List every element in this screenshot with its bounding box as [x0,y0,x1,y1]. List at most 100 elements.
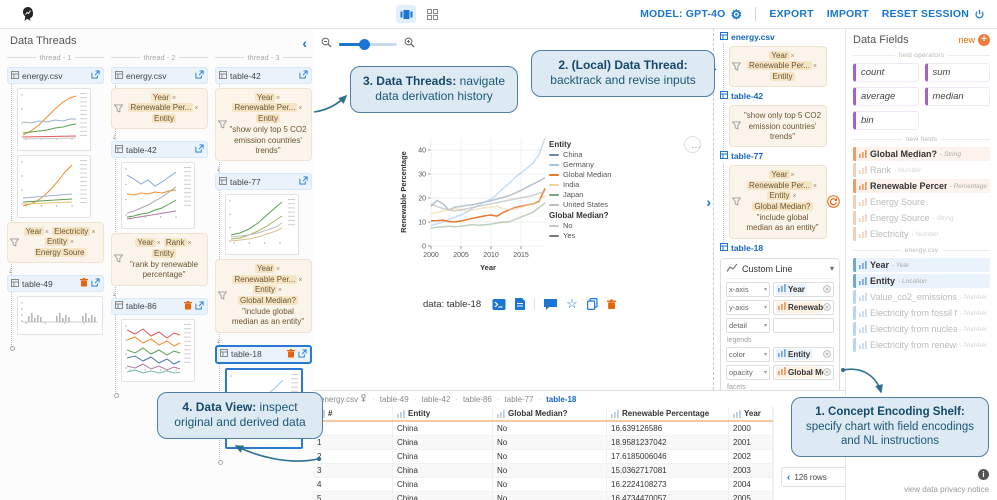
chat-icon[interactable] [544,299,557,310]
table-card-energy.csv[interactable]: energy.csv [111,67,208,84]
table-card-table-86[interactable]: table-86 [111,298,208,315]
chart-thumbnail[interactable] [17,155,91,218]
open-table-icon[interactable] [91,278,100,289]
concept-card[interactable]: "show only top 5 CO2 emission countries'… [729,105,827,147]
zoom-out-icon[interactable] [321,35,332,53]
favorite-star-icon[interactable]: ☆ [566,299,578,309]
grid-view-toggle[interactable] [422,5,442,23]
table-card-energy.csv[interactable]: energy.csv [7,67,104,84]
table-row[interactable]: 4ChinaNo16.22241082732004 [313,478,773,492]
field-chip[interactable]: Entity [767,191,791,200]
encoding-slot-opacity[interactable]: Global Median? [773,365,834,380]
encoding-slot-color[interactable]: Entity [773,347,834,362]
field-chip[interactable]: Renewable Per... [747,61,812,70]
sort-icon[interactable] [397,410,405,418]
field-chip-entity[interactable]: Entity- Location [853,274,990,288]
operator-chip-bin[interactable]: bin [853,111,919,130]
field-chip[interactable]: Year [769,170,789,179]
remove-field-icon[interactable]: × [91,229,95,236]
channel-select-detail[interactable]: detail▾ [726,318,770,333]
chart-thumbnail[interactable] [121,319,195,382]
remove-encoding-icon[interactable] [823,368,831,376]
concept-card[interactable]: Year× Renewable Per...× Entity [729,46,827,87]
collapse-panel-icon[interactable]: ‹ [302,36,307,50]
operator-chip-sum[interactable]: sum [925,63,991,82]
open-table-icon[interactable] [195,70,204,81]
open-table-icon[interactable] [299,176,308,187]
concept-card[interactable]: Year× Renewable Per...× Entity [111,88,208,129]
field-chip[interactable]: Electricity [52,227,90,236]
channel-select-y-axis[interactable]: y-axis▾ [726,300,770,315]
encoded-field-chip[interactable]: Renewable Per... [776,302,823,313]
data-tab-energy.csv[interactable]: energy.csv [320,394,367,404]
remove-field-icon[interactable]: × [813,183,817,190]
field-chip-rank[interactable]: Rank- Number [853,163,990,177]
chart-thumbnail[interactable] [17,296,103,335]
encoding-slot-detail[interactable] [773,318,834,333]
model-selector[interactable]: MODEL: GPT-4O ⚙ [640,8,742,21]
export-button[interactable]: EXPORT [769,8,813,20]
table-card-table-49[interactable]: table-49 [7,275,104,292]
field-chip[interactable]: Entity [152,114,176,123]
channel-select-x-axis[interactable]: x-axis▾ [726,282,770,297]
remove-field-icon[interactable]: × [276,95,280,102]
field-chip[interactable]: Entity [45,237,69,246]
field-chip[interactable]: Rank [164,238,187,247]
field-chip[interactable]: Renewable Per... [232,275,297,284]
chart-thumbnail[interactable] [225,194,299,255]
delete-table-icon[interactable] [80,278,88,289]
encoded-field-chip[interactable]: Year [776,284,807,295]
field-chip-electricity[interactable]: Electricity- Number [853,227,990,241]
duplicate-icon[interactable] [587,298,598,310]
field-chip-electricity-from-renewables-[interactable]: Electricity from renewables ...- Number [853,338,990,352]
zoom-slider[interactable] [339,43,397,46]
remove-encoding-icon[interactable] [823,285,831,293]
sort-icon[interactable] [733,410,741,418]
report-icon[interactable] [515,298,525,310]
chart-thumbnail[interactable] [121,162,195,229]
concept-card[interactable]: Year× Rank× Entity "rank by renewable pe… [111,233,208,286]
data-tab-table-86[interactable]: table-86 [463,395,492,404]
delete-chart-icon[interactable] [607,299,616,310]
prev-page-chevron-icon[interactable]: ‹ [787,472,790,483]
field-chip-year[interactable]: Year- Year [853,258,990,272]
field-chip-renewable-percentage[interactable]: Renewable Percentage- Percentage [853,179,990,193]
remove-field-icon[interactable]: × [298,105,302,112]
remove-field-icon[interactable]: × [45,229,49,236]
channel-select-opacity[interactable]: opacity▾ [726,365,770,380]
field-chip[interactable]: Year [135,238,155,247]
table-card-table-42[interactable]: table-42 [111,141,208,158]
open-table-icon[interactable] [299,70,308,81]
table-row[interactable]: 5ChinaNo16.47344700572005 [313,492,773,500]
open-table-icon[interactable] [298,349,307,360]
carousel-view-toggle[interactable] [396,5,416,23]
field-chip-value-co2-emissions-kt-by-[interactable]: Value_co2_emissions_kt_by...- Number [853,290,990,304]
field-chip[interactable]: Year [151,93,171,102]
operator-chip-median[interactable]: median [925,87,991,106]
concept-card[interactable]: Year× Renewable Per...× Entity× Global M… [215,259,312,332]
field-chip[interactable]: Renewable Per... [232,103,297,112]
table-link-energy.csv[interactable]: energy.csv [720,31,840,43]
table-row[interactable]: 1ChinaNo18.95812370422001 [313,436,773,450]
table-link-table-77[interactable]: table-77 [720,150,840,162]
chart-type-selector[interactable]: Custom Line▾ [726,262,834,279]
open-table-icon[interactable] [91,70,100,81]
field-chip[interactable]: Global Median? [238,296,298,305]
import-button[interactable]: IMPORT [827,8,869,20]
remove-field-icon[interactable]: × [157,240,161,247]
field-chip[interactable]: Year [255,93,275,102]
table-card-table-77[interactable]: table-77 [215,173,312,190]
remove-field-icon[interactable]: × [298,277,302,284]
table-card-table-18[interactable]: table-18 [215,345,312,364]
concept-card[interactable]: Year× Electricity× Entity× Energy Soure [7,222,104,263]
remove-field-icon[interactable]: × [172,95,176,102]
table-row[interactable]: 3ChinaNo15.03627170812003 [313,464,773,478]
open-table-icon[interactable] [195,144,204,155]
table-link-table-42[interactable]: table-42 [720,90,840,102]
remove-field-icon[interactable]: × [791,172,795,179]
field-chip[interactable]: Entity [253,285,277,294]
field-chip[interactable]: Entity [256,114,280,123]
remove-encoding-icon[interactable] [823,303,831,311]
column-header-year[interactable]: Year [729,407,773,420]
field-chip[interactable]: Energy Soure [34,248,87,257]
